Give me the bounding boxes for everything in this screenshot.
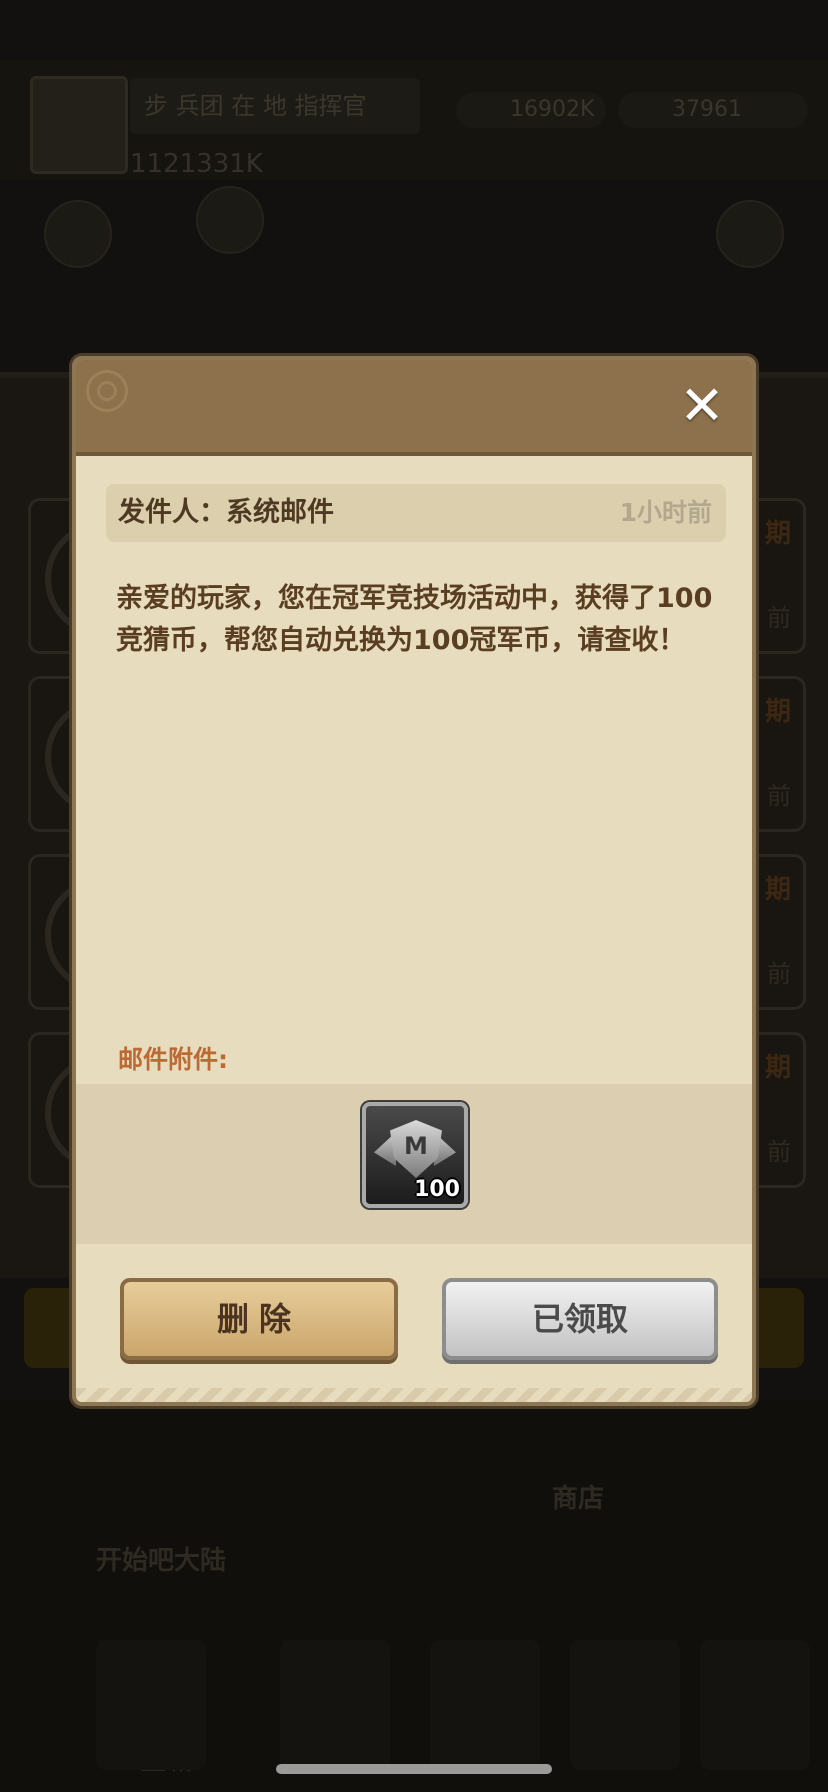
side-menu-icon (44, 200, 112, 268)
nav-slot (280, 1640, 390, 1770)
delete-button[interactable]: 删除 (120, 1278, 398, 1360)
power-value: 1121331K (130, 149, 263, 179)
nav-slot (570, 1640, 680, 1770)
list-item-time: 前 (767, 1138, 791, 1166)
home-indicator (276, 1764, 552, 1774)
item-quantity: 100 (414, 1177, 460, 1202)
nav-slot (96, 1640, 206, 1770)
swirl-ornament-icon (86, 370, 128, 412)
side-menu-icon-right (716, 200, 784, 268)
bottom-trim (76, 1388, 752, 1402)
list-item-tag: 期 (764, 519, 791, 549)
player-name: 步 兵团 在 地 指挥官 (130, 78, 420, 134)
event-icon (196, 186, 264, 254)
list-item-tag: 期 (764, 875, 791, 905)
nav-slot (700, 1640, 810, 1770)
bottom-label: 开始吧大陆 (96, 1546, 227, 1576)
sender-label: 发件人：系统邮件 (118, 497, 334, 528)
close-button[interactable]: ✕ (674, 378, 730, 434)
list-item-time: 前 (767, 604, 791, 632)
resource-counter-1: 16902K (456, 92, 606, 128)
champion-coin-icon[interactable]: M 100 (362, 1102, 468, 1208)
shop-label: 商店 (552, 1484, 605, 1514)
resource-counter-2: 37961 (618, 92, 808, 128)
mail-dialog: ✕ 发件人：系统邮件 1小时前 亲爱的玩家，您在冠军竞技场活动中，获得了100竞… (72, 356, 756, 1406)
mail-time: 1小时前 (619, 498, 712, 527)
attachment-label: 邮件附件: (118, 1045, 228, 1074)
sender-bar: 发件人：系统邮件 1小时前 (106, 484, 726, 542)
list-item-tag: 期 (764, 1053, 791, 1083)
claimed-button[interactable]: 已领取 (442, 1278, 718, 1360)
list-item-tag: 期 (764, 697, 791, 727)
list-item-time: 前 (767, 782, 791, 810)
list-item-time: 前 (767, 960, 791, 988)
mail-body: 亲爱的玩家，您在冠军竞技场活动中，获得了100竞猜币，帮您自动兑换为100冠军币… (116, 583, 713, 656)
nav-slot (430, 1640, 540, 1770)
badge-letter: M (404, 1132, 428, 1160)
dialog-header: ✕ (76, 360, 752, 456)
